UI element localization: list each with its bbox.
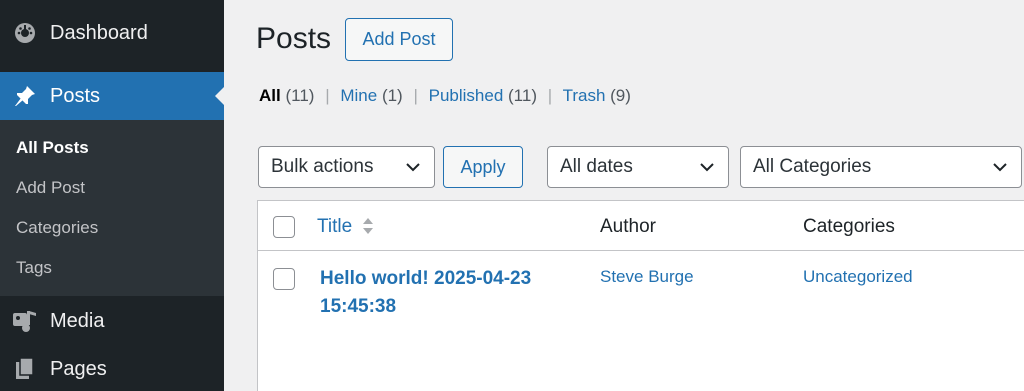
- categories-filter-value: All Categories: [753, 156, 872, 177]
- pages-icon: [12, 356, 38, 382]
- filter-all-count: (11): [285, 86, 315, 105]
- menu-item-posts[interactable]: Posts: [0, 72, 224, 120]
- filter-separator: |: [325, 86, 330, 105]
- filter-separator: |: [413, 86, 418, 105]
- column-author: Author: [600, 216, 656, 237]
- chevron-down-icon: [700, 163, 714, 172]
- select-all-checkbox[interactable]: [273, 216, 295, 238]
- row-checkbox[interactable]: [273, 268, 295, 290]
- dates-filter-value: All dates: [560, 156, 633, 177]
- filter-trash[interactable]: Trash: [563, 86, 606, 105]
- filter-trash-count: (9): [610, 86, 631, 105]
- bulk-actions-value: Bulk actions: [271, 156, 374, 177]
- submenu-item-all-posts[interactable]: All Posts: [16, 138, 89, 158]
- posts-submenu: All Posts Add Post Categories Tags: [0, 120, 224, 296]
- apply-button[interactable]: Apply: [443, 146, 523, 188]
- submenu-item-add-post[interactable]: Add Post: [16, 178, 85, 198]
- filter-published[interactable]: Published: [429, 86, 504, 105]
- submenu-item-categories[interactable]: Categories: [16, 218, 98, 238]
- admin-sidebar: Dashboard Posts All Posts Add Post Categ…: [0, 0, 224, 391]
- dashboard-gauge-icon: [12, 20, 38, 46]
- column-title-sort[interactable]: Title: [317, 216, 352, 238]
- menu-label-media: Media: [50, 309, 105, 332]
- menu-item-media[interactable]: Media: [0, 300, 224, 342]
- current-menu-arrow: [215, 87, 224, 105]
- filter-separator: |: [547, 86, 553, 105]
- dates-filter-select[interactable]: All dates: [547, 146, 729, 188]
- column-categories: Categories: [803, 216, 895, 237]
- media-icon: [12, 308, 38, 334]
- menu-item-dashboard[interactable]: Dashboard: [0, 12, 224, 54]
- filter-published-count: (11): [508, 86, 537, 105]
- post-title-line-2: 15:45:38: [320, 296, 397, 317]
- post-title-link[interactable]: Hello world! 2025-04-23 15:45:38: [320, 265, 570, 321]
- menu-item-pages[interactable]: Pages: [0, 348, 224, 390]
- menu-label-posts: Posts: [50, 84, 101, 107]
- chevron-down-icon: [993, 163, 1007, 172]
- post-author-link[interactable]: Steve Burge: [600, 267, 694, 287]
- categories-filter-select[interactable]: All Categories: [740, 146, 1022, 188]
- post-category-link[interactable]: Uncategorized: [803, 267, 913, 287]
- add-post-button[interactable]: Add Post: [345, 18, 453, 61]
- post-title-line-1: Hello world! 2025-04-23: [320, 268, 532, 289]
- bulk-actions-select[interactable]: Bulk actions: [258, 146, 435, 188]
- sort-arrows-icon: [363, 218, 373, 234]
- filter-all[interactable]: All: [259, 86, 281, 105]
- pushpin-icon: [12, 83, 38, 109]
- posts-table: Title Author Categories Hello world! 202…: [257, 200, 1024, 391]
- main-content: Posts Add Post All (11) | Mine (1) | Pub…: [224, 0, 1024, 391]
- post-status-filters: All (11) | Mine (1) | Published (11) | T…: [259, 86, 631, 106]
- menu-label-pages: Pages: [50, 357, 107, 380]
- menu-label-dashboard: Dashboard: [50, 21, 148, 44]
- filter-mine-count: (1): [381, 86, 403, 105]
- page-title: Posts: [256, 22, 332, 55]
- submenu-item-tags[interactable]: Tags: [16, 258, 52, 278]
- chevron-down-icon: [406, 163, 420, 172]
- filter-mine[interactable]: Mine: [340, 86, 377, 105]
- table-header: Title Author Categories: [258, 201, 1024, 251]
